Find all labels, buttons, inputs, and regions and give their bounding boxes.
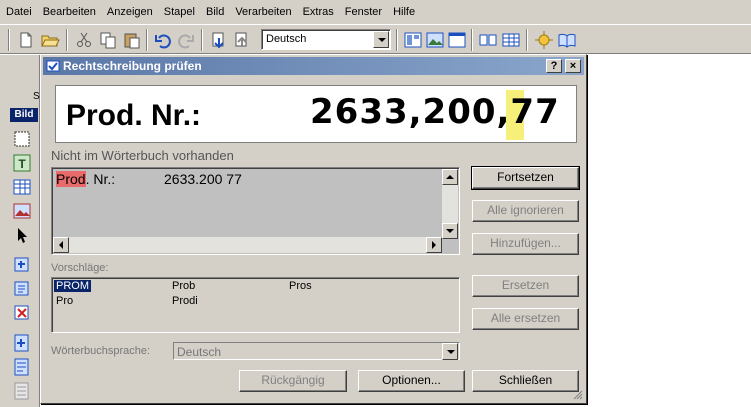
tool-palette: S Bild T: [0, 55, 40, 407]
help-button[interactable]: ?: [546, 59, 562, 73]
spell-check-icon: [46, 59, 60, 73]
suggestions-list: PROM Prob Pros Pro Prodi: [51, 277, 460, 333]
svg-text:T: T: [18, 157, 26, 171]
zone-add-icon[interactable]: [12, 255, 32, 275]
paste-icon[interactable]: [122, 30, 142, 50]
text-area-icon[interactable]: T: [12, 153, 32, 173]
undo-icon[interactable]: [153, 30, 173, 50]
suggestion-item[interactable]: Prob: [172, 280, 195, 292]
picture-area-icon[interactable]: [12, 201, 32, 221]
checked-text-rest: . Nr.:: [85, 171, 116, 187]
menu-bild[interactable]: Bild: [206, 6, 224, 18]
toolbar-separator: [201, 29, 203, 51]
add-to-dictionary-button[interactable]: Hinzufügen...: [472, 233, 579, 255]
menu-stapel[interactable]: Stapel: [164, 6, 195, 18]
toolbar-separator: [396, 29, 398, 51]
options-button[interactable]: Optionen...: [358, 370, 465, 392]
palette-partial-label: S: [33, 91, 40, 102]
toolbar-separator: [66, 29, 68, 51]
new-document-icon[interactable]: [16, 30, 36, 50]
checked-text-area[interactable]: Prod. Nr.: 2633.200 77: [51, 167, 460, 255]
dictionary-language-select: Deutsch: [173, 342, 460, 360]
checked-text-number: 2633.200 77: [164, 171, 242, 187]
toolbar-separator: [8, 29, 10, 51]
preview-number-text: 2633,200,77: [310, 92, 560, 132]
menu-extras[interactable]: Extras: [303, 6, 334, 18]
export-icon[interactable]: [232, 30, 252, 50]
copy-icon[interactable]: [98, 30, 118, 50]
spell-check-dialog: Rechtschreibung prüfen ? × Prod. Nr.: 26…: [40, 54, 587, 404]
menu-verarbeiten[interactable]: Verarbeiten: [235, 6, 291, 18]
dictionary-language-value: Deutsch: [177, 345, 222, 359]
misspelled-word: Prod: [56, 171, 86, 187]
suggestion-item[interactable]: PROM: [54, 280, 91, 292]
not-in-dictionary-label: Nicht im Wörterbuch vorhanden: [51, 148, 234, 163]
resize-grip-icon[interactable]: [571, 388, 583, 400]
cut-icon[interactable]: [74, 30, 94, 50]
image-icon[interactable]: [425, 30, 445, 50]
toolbar-separator: [146, 29, 148, 51]
scroll-left-icon[interactable]: [53, 237, 69, 253]
chevron-down-icon: [442, 343, 458, 360]
zone-order-icon[interactable]: [12, 279, 32, 299]
palette-bild-label: Bild: [10, 108, 38, 122]
menu-hilfe[interactable]: Hilfe: [393, 6, 415, 18]
page-list-icon[interactable]: [12, 381, 32, 401]
suggestion-item[interactable]: Prodi: [172, 295, 198, 307]
checked-text-line: Prod. Nr.:: [56, 171, 115, 187]
close-dialog-button[interactable]: Schließen: [472, 370, 579, 392]
language-select[interactable]: Deutsch: [261, 29, 391, 50]
wizard-icon[interactable]: [534, 30, 554, 50]
toolbar: Deutsch: [0, 24, 751, 54]
help-book-icon[interactable]: [557, 30, 577, 50]
menu-bearbeiten[interactable]: Bearbeiten: [43, 6, 96, 18]
menu-bar: Datei Bearbeiten Anzeigen Stapel Bild Ve…: [0, 0, 751, 24]
undo-button[interactable]: Rückgängig: [239, 370, 347, 392]
menu-anzeigen[interactable]: Anzeigen: [107, 6, 153, 18]
scroll-up-icon[interactable]: [442, 169, 458, 185]
zone-delete-icon[interactable]: [12, 303, 32, 323]
language-select-value: Deutsch: [266, 33, 307, 45]
import-icon[interactable]: [209, 30, 229, 50]
scroll-right-icon[interactable]: [426, 237, 442, 253]
page-add-icon[interactable]: [12, 333, 32, 353]
toolbar-separator: [471, 29, 473, 51]
suggestion-item[interactable]: Pro: [56, 295, 73, 307]
ignore-all-button[interactable]: Alle ignorieren: [472, 200, 579, 222]
redo-icon[interactable]: [176, 30, 196, 50]
suggestion-item[interactable]: Pros: [289, 280, 312, 292]
select-area-icon[interactable]: [12, 129, 32, 149]
dialog-titlebar[interactable]: Rechtschreibung prüfen ? ×: [43, 57, 584, 75]
grid-icon[interactable]: [501, 30, 521, 50]
scroll-down-icon[interactable]: [442, 223, 458, 239]
chevron-down-icon[interactable]: [373, 31, 389, 48]
pointer-icon[interactable]: [12, 225, 32, 245]
continue-button[interactable]: Fortsetzen: [471, 166, 580, 190]
vertical-scrollbar[interactable]: [442, 169, 458, 239]
dialog-title: Rechtschreibung prüfen: [63, 59, 202, 73]
replace-button[interactable]: Ersetzen: [472, 275, 579, 297]
preview-label-text: Prod. Nr.:: [66, 99, 202, 132]
dictionary-language-label: Wörterbuchsprache:: [51, 345, 151, 357]
layout-icon[interactable]: [403, 30, 423, 50]
close-button[interactable]: ×: [565, 59, 581, 73]
menu-datei[interactable]: Datei: [6, 6, 32, 18]
table-area-icon[interactable]: [12, 177, 32, 197]
open-folder-icon[interactable]: [40, 30, 60, 50]
page-edit-icon[interactable]: [12, 357, 32, 377]
window-icon[interactable]: [447, 30, 467, 50]
image-preview: Prod. Nr.: 2633,200,77: [55, 85, 577, 143]
horizontal-scrollbar[interactable]: [53, 237, 442, 253]
suggestions-label: Vorschläge:: [51, 262, 109, 274]
toolbar-separator: [526, 29, 528, 51]
two-pages-icon[interactable]: [478, 30, 498, 50]
replace-all-button[interactable]: Alle ersetzen: [472, 308, 579, 330]
menu-fenster[interactable]: Fenster: [345, 6, 382, 18]
